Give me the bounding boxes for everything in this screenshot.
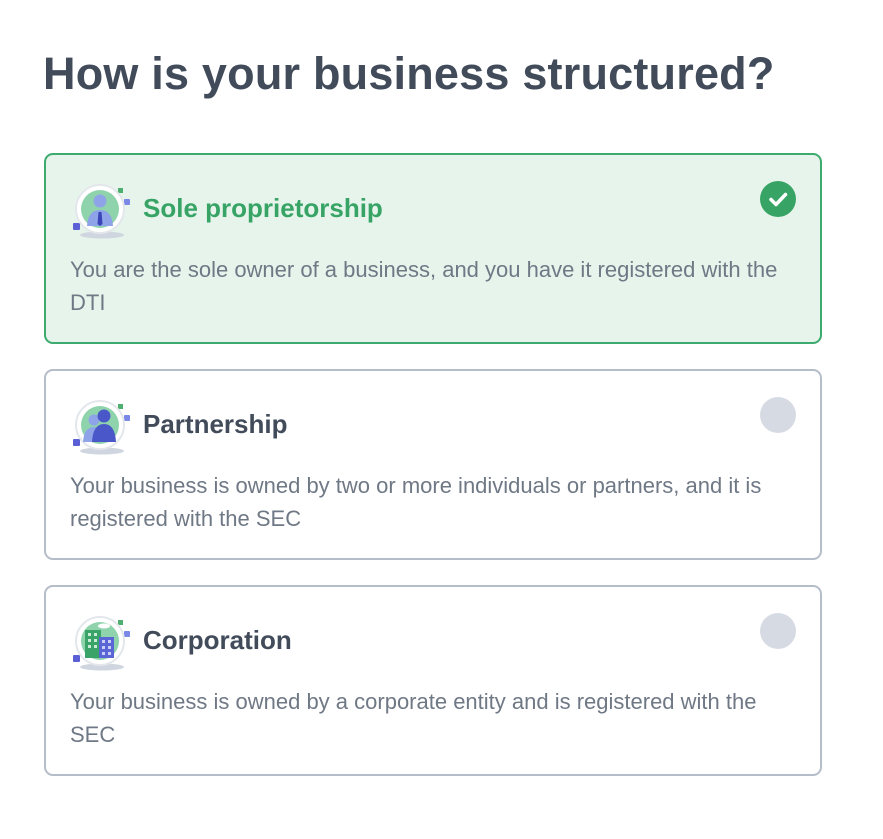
partners-icon xyxy=(73,400,130,455)
option-description: You are the sole owner of a business, an… xyxy=(70,257,778,315)
option-sole-proprietorship[interactable]: Sole proprietorship You are the sole own… xyxy=(44,153,822,344)
person-icon xyxy=(73,184,130,239)
business-structure-page: How is your business structured? Sole pr… xyxy=(0,0,883,839)
radio-unchecked[interactable] xyxy=(760,613,796,649)
page-title: How is your business structured? xyxy=(43,48,775,99)
option-title: Corporation xyxy=(143,625,292,655)
option-title: Sole proprietorship xyxy=(143,193,383,223)
radio-checked[interactable] xyxy=(760,181,796,217)
option-corporation[interactable]: Corporation Your business is owned by a … xyxy=(44,585,822,776)
option-partnership[interactable]: Partnership Your business is owned by tw… xyxy=(44,369,822,560)
check-icon xyxy=(769,192,788,207)
building-icon xyxy=(73,616,130,671)
option-description: Your business is owned by a corporate en… xyxy=(70,689,757,747)
option-description: Your business is owned by two or more in… xyxy=(70,473,762,531)
radio-unchecked[interactable] xyxy=(760,397,796,433)
option-title: Partnership xyxy=(143,409,288,439)
